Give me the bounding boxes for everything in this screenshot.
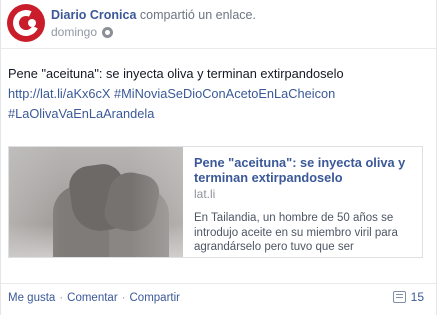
facebook-post: Diario Cronica compartió un enlace. domi… xyxy=(0,0,437,315)
comment-icon xyxy=(392,291,406,303)
link-description: En Tailandia, un hombre de 50 años se in… xyxy=(194,212,398,253)
header-divider xyxy=(1,48,436,49)
like-link[interactable]: Me gusta xyxy=(8,292,55,304)
hashtag-link[interactable]: #MiNoviaSeDioConAcetoEnLaCheicon xyxy=(114,86,335,101)
message-text: Pene "aceituna": se inyecta oliva y term… xyxy=(8,66,344,81)
page-avatar[interactable] xyxy=(7,4,45,42)
comment-link[interactable]: Comentar xyxy=(67,292,118,304)
footer-divider xyxy=(1,283,436,284)
link-domain: lat.li xyxy=(194,187,216,201)
author-name-link[interactable]: Diario Cronica xyxy=(51,8,136,22)
logo-dot-shape xyxy=(28,19,36,27)
globe-icon xyxy=(102,26,114,38)
post-timestamp: domingo xyxy=(51,25,114,39)
post-action-text: compartió un enlace. xyxy=(139,8,256,22)
hashtag-link[interactable]: #LaOlivaVaEnLaArandela xyxy=(8,106,154,121)
logo-ring-shape xyxy=(9,6,43,40)
comment-count: 15 xyxy=(410,290,424,304)
link-title[interactable]: Pene "aceituna": se inyecta oliva y term… xyxy=(194,155,414,185)
thumbnail-shade xyxy=(9,147,183,257)
comment-count-link[interactable]: 15 xyxy=(392,290,424,304)
separator-dot: · xyxy=(59,292,64,304)
post-message: Pene "aceituna": se inyecta oliva y term… xyxy=(8,64,428,124)
link-thumbnail-image[interactable] xyxy=(9,147,183,257)
post-actions: Me gusta · Comentar · Compartir xyxy=(8,292,180,304)
timestamp-link[interactable]: domingo xyxy=(51,25,97,39)
share-link[interactable]: Compartir xyxy=(130,292,180,304)
short-link[interactable]: http://lat.li/aKx6cX xyxy=(8,86,110,101)
separator-dot: · xyxy=(121,292,126,304)
link-preview-card[interactable]: Pene "aceituna": se inyecta oliva y term… xyxy=(8,146,423,258)
post-header: Diario Cronica compartió un enlace. xyxy=(51,8,256,22)
